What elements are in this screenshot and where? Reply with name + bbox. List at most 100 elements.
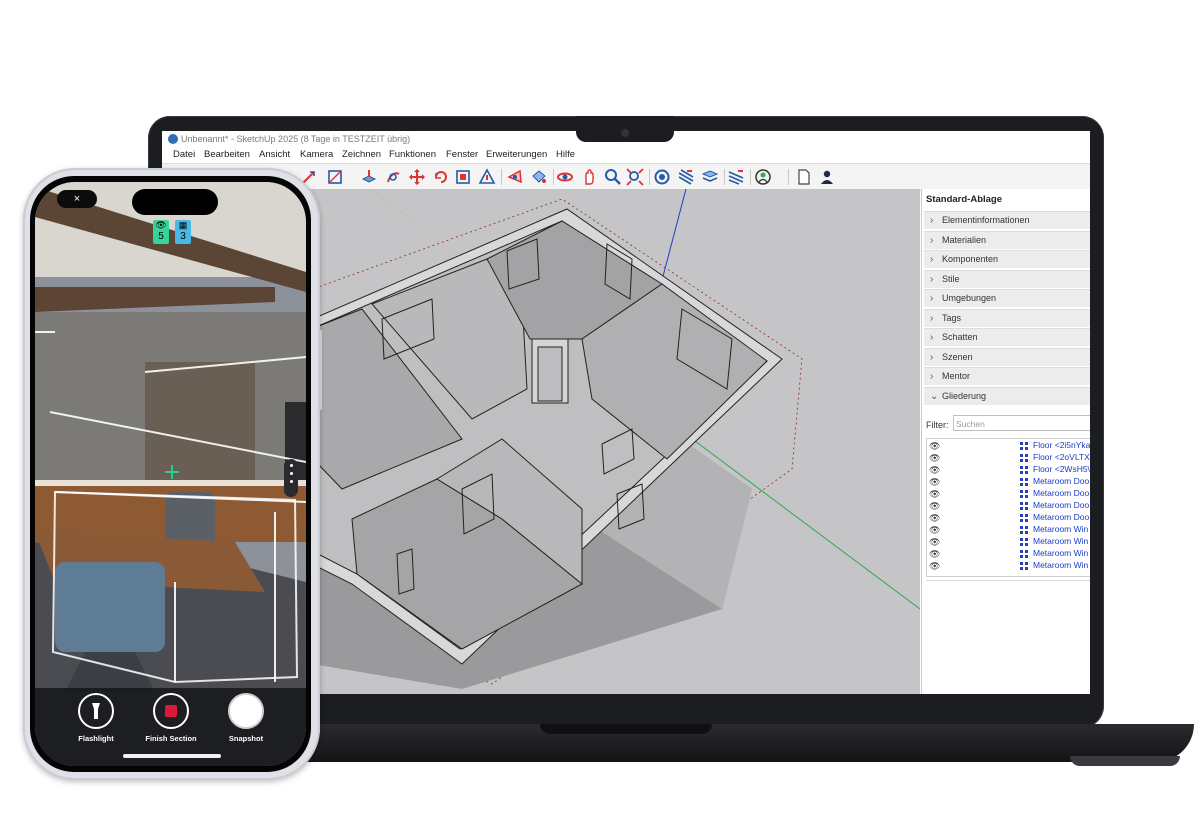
outliner-label: Metaroom Doo xyxy=(1033,488,1090,498)
more-options-handle[interactable] xyxy=(284,459,298,497)
outliner-row[interactable]: 👁 Metaroom Doo xyxy=(927,488,1090,500)
panel-label: Mentor xyxy=(942,371,971,381)
paint-bucket-icon[interactable] xyxy=(530,168,548,186)
zoom-extents-icon[interactable] xyxy=(626,168,644,186)
flashlight-control[interactable]: Flashlight xyxy=(56,693,136,743)
group-icon xyxy=(1020,490,1028,498)
home-indicator xyxy=(123,754,221,758)
sketchup-logo-icon xyxy=(168,134,178,144)
panel-komponenten[interactable]: › Komponenten xyxy=(924,250,1090,268)
visibility-eye-icon[interactable]: 👁 xyxy=(929,513,940,524)
menu-ansicht[interactable]: Ansicht xyxy=(259,149,290,160)
offset-icon[interactable] xyxy=(478,168,496,186)
default-tray: Standard-Ablage › Elementinformationen › M… xyxy=(921,189,1090,694)
zoom-icon[interactable] xyxy=(604,168,622,186)
panel-label: Gliederung xyxy=(942,391,987,401)
outliner-row[interactable]: 👁 Metaroom Doo xyxy=(927,476,1090,488)
section-plane-icon[interactable] xyxy=(677,168,695,186)
move-icon[interactable] xyxy=(384,168,402,186)
menu-funktionen[interactable]: Funktionen xyxy=(389,149,436,160)
menu-fenster[interactable]: Fenster xyxy=(446,149,478,160)
desk-top xyxy=(35,480,306,486)
outliner-row[interactable]: 👁 Metaroom Win xyxy=(927,524,1090,536)
outliner-row[interactable]: 👁 Metaroom Win xyxy=(927,560,1090,572)
menu-bar: Datei Bearbeiten Ansicht Kamera Zeichnen… xyxy=(162,147,1090,163)
outliner-row[interactable]: 👁 Floor <2i5nYka xyxy=(927,440,1090,452)
outliner-label: Metaroom Win xyxy=(1033,536,1089,546)
tape-measure-icon[interactable] xyxy=(506,168,524,186)
laptop-foot xyxy=(1070,756,1180,766)
chevron-right-icon: › xyxy=(930,235,934,246)
camera-view[interactable]: × 👁 5 ▦ 3 Flashlight Finish Section Snap… xyxy=(35,182,306,766)
follow-me-icon[interactable] xyxy=(432,168,450,186)
new-document-icon[interactable] xyxy=(795,168,813,186)
panel-mentor[interactable]: › Mentor xyxy=(924,367,1090,385)
chevron-right-icon: › xyxy=(930,371,934,382)
menu-zeichnen[interactable]: Zeichnen xyxy=(342,149,381,160)
rectangle-tool-icon[interactable] xyxy=(326,168,344,186)
outliner-row[interactable]: 👁 Metaroom Win xyxy=(927,536,1090,548)
wall-panel xyxy=(145,362,255,482)
geo-location-icon[interactable] xyxy=(754,168,772,186)
flashlight-button[interactable] xyxy=(78,693,114,729)
panel-label: Szenen xyxy=(942,352,973,362)
panel-gliederung[interactable]: ⌄ Gliederung xyxy=(924,387,1090,405)
outliner-row[interactable]: 👁 Metaroom Doo xyxy=(927,512,1090,524)
visibility-eye-icon[interactable]: 👁 xyxy=(929,525,940,536)
visibility-eye-icon[interactable]: 👁 xyxy=(929,537,940,548)
panel-umgebungen[interactable]: › Umgebungen xyxy=(924,289,1090,307)
filter-search-input[interactable]: Suchen xyxy=(953,415,1090,431)
outliner-row[interactable]: 👁 Metaroom Doo xyxy=(927,500,1090,512)
group-icon xyxy=(1020,466,1028,474)
visibility-eye-icon[interactable]: 👁 xyxy=(929,489,940,500)
account-icon[interactable] xyxy=(818,168,836,186)
badge-value: 3 xyxy=(180,231,186,242)
outliner-row[interactable]: 👁 Floor <2WsH5\ xyxy=(927,464,1090,476)
menu-hilfe[interactable]: Hilfe xyxy=(556,149,575,160)
menu-erweiterungen[interactable]: Erweiterungen xyxy=(486,149,547,160)
section-display-icon[interactable] xyxy=(701,168,719,186)
outliner-row[interactable]: 👁 Metaroom Win xyxy=(927,548,1090,560)
visibility-eye-icon[interactable]: 👁 xyxy=(929,441,940,452)
panel-label: Tags xyxy=(942,313,962,323)
layers-icon[interactable] xyxy=(727,168,745,186)
qr-icon: ▦ xyxy=(178,220,188,230)
chevron-right-icon: › xyxy=(930,313,934,324)
menu-datei[interactable]: Datei xyxy=(173,149,195,160)
toolbar-separator xyxy=(553,169,554,185)
door-panel xyxy=(537,346,563,402)
toolbar-separator xyxy=(788,169,789,185)
close-button[interactable]: × xyxy=(57,190,97,208)
panel-stile[interactable]: › Stile xyxy=(924,270,1090,288)
snapshot-control[interactable]: Snapshot xyxy=(206,693,286,743)
panel-szenen[interactable]: › Szenen xyxy=(924,348,1090,366)
scale-icon[interactable] xyxy=(454,168,472,186)
finish-section-button[interactable] xyxy=(153,693,189,729)
push-pull-icon[interactable] xyxy=(360,168,378,186)
visibility-eye-icon[interactable]: 👁 xyxy=(929,465,940,476)
dynamic-island xyxy=(132,189,218,215)
panel-elementinformationen[interactable]: › Elementinformationen xyxy=(924,211,1090,229)
panel-label: Stile xyxy=(942,274,960,284)
visibility-eye-icon[interactable]: 👁 xyxy=(929,453,940,464)
visibility-eye-icon[interactable]: 👁 xyxy=(929,549,940,560)
panel-tags[interactable]: › Tags xyxy=(924,309,1090,327)
flashlight-label: Flashlight xyxy=(78,734,114,743)
visibility-eye-icon[interactable]: 👁 xyxy=(929,477,940,488)
panel-schatten[interactable]: › Schatten xyxy=(924,328,1090,346)
chevron-right-icon: › xyxy=(930,254,934,265)
panel-materialien[interactable]: › Materialien xyxy=(924,231,1090,249)
menu-bearbeiten[interactable]: Bearbeiten xyxy=(204,149,250,160)
component-icon[interactable] xyxy=(653,168,671,186)
rotate-arrows-icon[interactable] xyxy=(408,168,426,186)
finish-section-control[interactable]: Finish Section xyxy=(131,693,211,743)
panel-label: Elementinformationen xyxy=(942,215,1030,225)
visibility-eye-icon[interactable]: 👁 xyxy=(929,561,940,572)
pan-icon[interactable] xyxy=(580,168,598,186)
orbit-icon[interactable] xyxy=(556,168,574,186)
outliner-row[interactable]: 👁 Floor <2oVLTX xyxy=(927,452,1090,464)
window-title: Unbenannt* - SketchUp 2025 (8 Tage in TE… xyxy=(181,134,411,144)
shutter-icon[interactable] xyxy=(228,693,264,729)
menu-kamera[interactable]: Kamera xyxy=(300,149,333,160)
visibility-eye-icon[interactable]: 👁 xyxy=(929,501,940,512)
